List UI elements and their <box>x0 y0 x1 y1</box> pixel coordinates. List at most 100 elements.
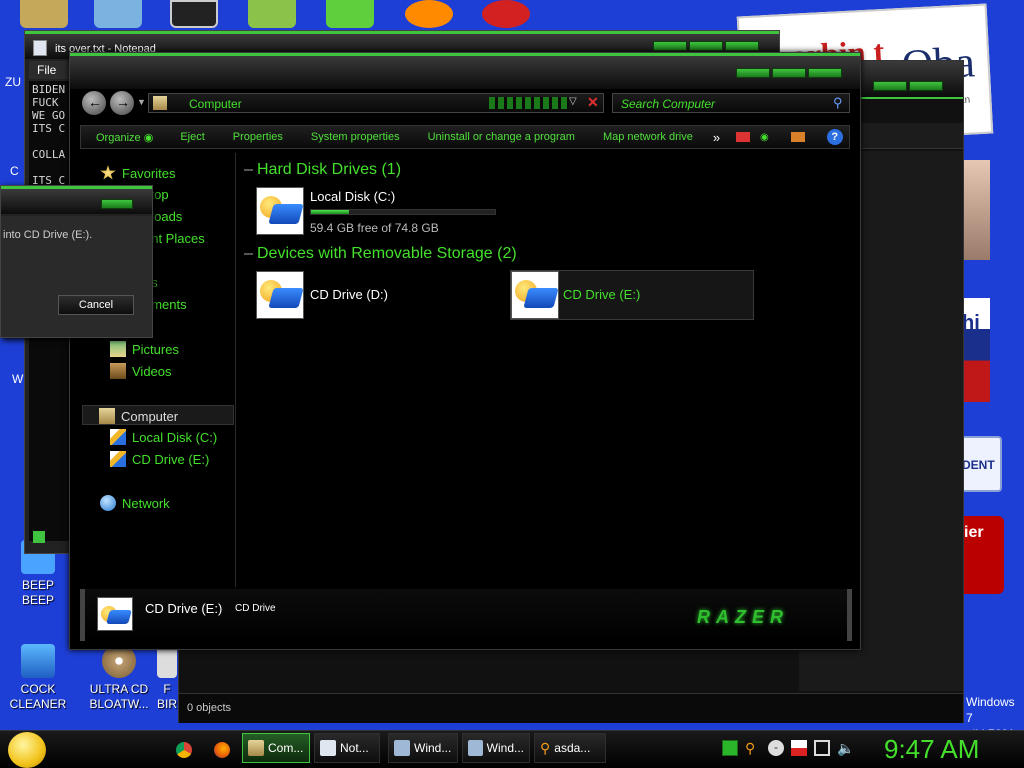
cancel-button[interactable]: Cancel <box>58 295 134 315</box>
maximize-button[interactable] <box>772 68 806 78</box>
close-button[interactable] <box>101 199 133 209</box>
desktop-icon-cock-cleaner[interactable]: COCK CLEANER <box>8 644 68 712</box>
preview-pane-icon[interactable] <box>790 132 805 142</box>
more-commands-button[interactable]: » <box>713 130 720 145</box>
minus-circle-icon[interactable]: - <box>768 740 784 756</box>
search-input[interactable]: Search Computer <box>621 97 715 111</box>
firefox-icon[interactable] <box>214 742 230 758</box>
status-text: 0 objects <box>187 702 232 714</box>
taskbar-item-label: Wind... <box>414 741 452 755</box>
desktop-icon-ultra-cd[interactable]: ULTRA CD BLOATW... <box>86 644 152 712</box>
back-window-caption-buttons[interactable] <box>873 81 943 91</box>
nav-pictures[interactable]: Pictures <box>110 341 179 357</box>
desktop-edge-text: C <box>10 164 19 178</box>
dialog-titlebar[interactable] <box>1 186 152 214</box>
nav-local-disk[interactable]: Local Disk (C:) <box>110 429 217 445</box>
drive-icon <box>256 271 304 319</box>
menu-file[interactable]: File <box>37 63 56 77</box>
network-icon[interactable] <box>814 740 830 756</box>
ier-card: ier <box>958 516 1004 594</box>
taskbar-item-window2[interactable]: Wind... <box>462 733 530 763</box>
minimize-button[interactable] <box>873 81 907 91</box>
maximize-button[interactable] <box>689 41 723 51</box>
drive-icon <box>256 187 304 235</box>
forward-button[interactable]: → <box>110 91 134 115</box>
close-button[interactable] <box>725 41 759 51</box>
desktop-icon[interactable] <box>20 0 68 28</box>
taskbar-item-window1[interactable]: Wind... <box>388 733 458 763</box>
drive-usage-fill <box>311 210 349 214</box>
pictures-icon <box>110 341 126 357</box>
drive-icon <box>97 597 133 631</box>
desktop-icon-f[interactable]: F BIR <box>156 644 178 712</box>
eject-button[interactable]: Eject <box>180 131 204 143</box>
drive-name: CD Drive (D:) <box>310 287 388 302</box>
drive-item-cd-d[interactable]: CD Drive (D:) <box>256 271 496 321</box>
map-network-drive-button[interactable]: Map network drive <box>603 131 693 143</box>
green-square-icon[interactable] <box>722 740 738 756</box>
taskbar-item-label: Not... <box>340 741 369 755</box>
desktop-icon[interactable] <box>326 0 374 28</box>
group-collapse-icon <box>244 169 253 171</box>
drive-item-local-disk[interactable]: Local Disk (C:) 59.4 GB free of 74.8 GB <box>256 187 496 239</box>
volume-icon[interactable]: 🔈 <box>837 740 854 756</box>
notepad-caption-buttons[interactable] <box>653 41 759 51</box>
search-icon[interactable]: ⚲ <box>745 740 761 756</box>
nav-favorites[interactable]: Favorites <box>100 165 175 181</box>
group-header-removable[interactable]: Devices with Removable Storage (2) <box>244 245 517 263</box>
taskbar-item-notepad[interactable]: Not... <box>314 733 380 763</box>
close-icon[interactable]: ✕ <box>587 94 599 111</box>
start-button[interactable] <box>8 732 46 768</box>
properties-button[interactable]: Properties <box>233 131 283 143</box>
desktop-icon[interactable] <box>94 0 142 28</box>
nav-recent-places[interactable]: ent Places <box>144 231 205 246</box>
group-header-hdd[interactable]: Hard Disk Drives (1) <box>244 161 401 179</box>
taskbar-item-label: Com... <box>268 741 304 755</box>
view-dropdown-dot-icon[interactable]: ◉ <box>760 132 769 143</box>
cleaner-icon <box>21 644 55 678</box>
details-name: CD Drive (E:) <box>145 601 223 616</box>
nav-computer[interactable]: Computer <box>99 408 178 424</box>
explorer-caption-buttons[interactable] <box>736 68 842 78</box>
window-icon <box>394 740 410 756</box>
search-icon[interactable]: ⚲ <box>833 95 843 111</box>
taskbar-item-computer[interactable]: Com... <box>242 733 310 763</box>
desktop-icon[interactable] <box>482 0 530 28</box>
explorer-window[interactable]: ← → ▼ Computer ▽ ✕ Search Computer ⚲ Org… <box>69 52 861 650</box>
taskbar-clock[interactable]: 9:47 AM <box>884 734 979 765</box>
notepad-resize-grip[interactable] <box>33 531 45 543</box>
help-icon[interactable]: ? <box>826 129 843 145</box>
drive-free-space: 59.4 GB free of 74.8 GB <box>310 221 439 235</box>
action-center-flag-icon[interactable] <box>791 740 807 756</box>
uninstall-program-button[interactable]: Uninstall or change a program <box>428 131 575 143</box>
nav-label: ent Places <box>144 231 205 246</box>
organize-button[interactable]: Organize ◉ <box>96 131 153 144</box>
minimize-button[interactable] <box>653 41 687 51</box>
address-dropdown-icon[interactable]: ▽ <box>569 96 577 107</box>
network-icon <box>100 495 116 511</box>
desktop-icon[interactable] <box>405 0 453 28</box>
address-bar[interactable]: Computer ▽ ✕ <box>148 93 604 113</box>
desktop-icon[interactable] <box>248 0 296 28</box>
recent-pages-dropdown-icon[interactable]: ▼ <box>137 97 146 107</box>
nav-cd-drive[interactable]: CD Drive (E:) <box>110 451 209 467</box>
system-properties-button[interactable]: System properties <box>311 131 400 143</box>
view-icon[interactable] <box>736 132 751 142</box>
taskbar-item-search[interactable]: ⚲ asda... <box>534 733 606 763</box>
desktop-edge-text: W <box>12 372 24 386</box>
drive-item-cd-e[interactable]: CD Drive (E:) <box>510 270 754 320</box>
dialog-window[interactable]: into CD Drive (E:). Cancel <box>0 185 153 338</box>
chrome-icon[interactable] <box>176 742 192 758</box>
nav-videos[interactable]: Videos <box>110 363 172 379</box>
details-type: CD Drive <box>235 603 276 614</box>
desktop-icon-label: F BIR <box>156 682 177 711</box>
desktop-icon[interactable] <box>170 0 218 28</box>
nav-network[interactable]: Network <box>100 495 170 511</box>
nav-computer-row[interactable]: Computer <box>82 405 234 425</box>
back-button[interactable]: ← <box>82 91 106 115</box>
close-button[interactable] <box>808 68 842 78</box>
razer-logo: RAZER <box>697 607 789 627</box>
maximize-button[interactable] <box>909 81 943 91</box>
search-box[interactable]: Search Computer ⚲ <box>612 93 850 113</box>
minimize-button[interactable] <box>736 68 770 78</box>
